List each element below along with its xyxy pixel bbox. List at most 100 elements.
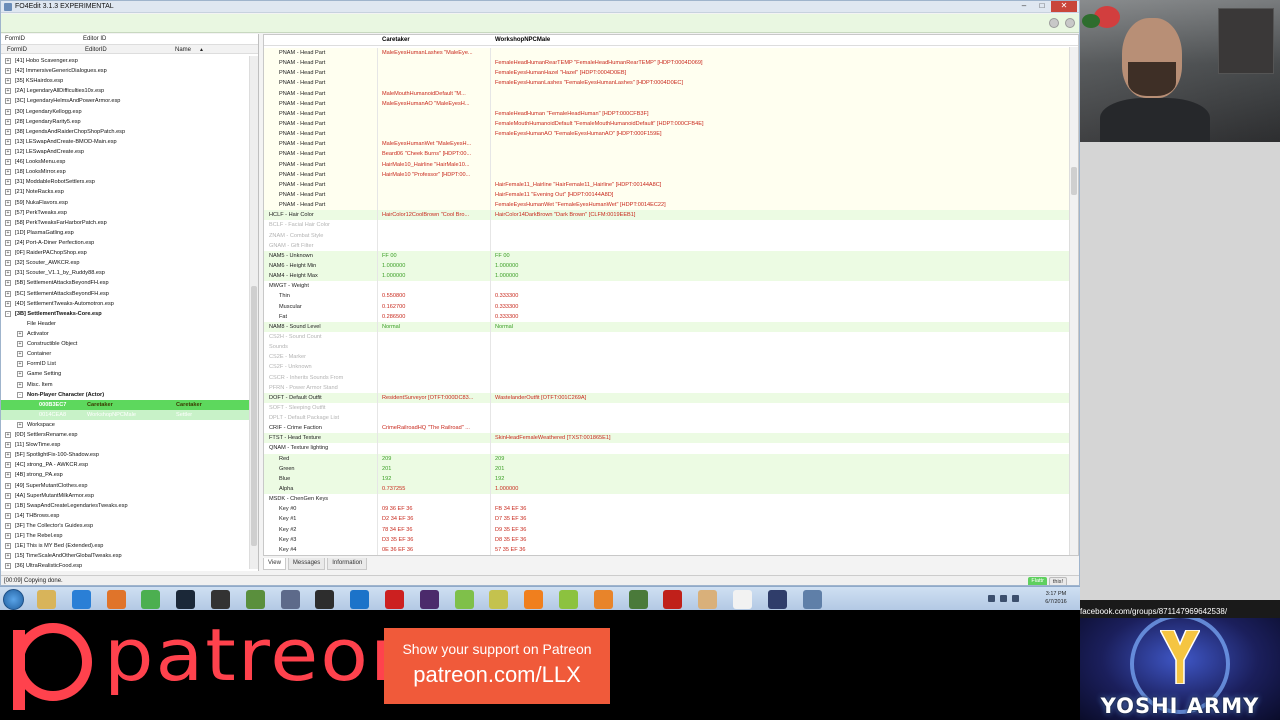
record-row[interactable]: NAM4 - Height Max 1.000000 1.000000 — [264, 271, 1070, 282]
record-row[interactable]: FTST - Head Texture SkinHeadFemaleWeather… — [264, 433, 1070, 444]
expand-icon[interactable]: + — [17, 421, 23, 428]
tree-node[interactable]: 000B3EC7 Caretaker Caretaker — [1, 399, 249, 410]
caretaker-value[interactable]: 209 — [382, 454, 490, 464]
expand-icon[interactable]: + — [5, 179, 11, 186]
tree-node[interactable]: + [32] Scouter_AWKCR.esp — [1, 258, 249, 268]
close-button[interactable]: ✕ — [1051, 1, 1077, 12]
tree-node[interactable]: + [5F] SpotlightFix-100-Shadow.esp — [1, 450, 249, 460]
caretaker-value[interactable]: 0.286500 — [382, 312, 490, 322]
record-row[interactable]: PNAM - Head Part MaleMouthHumanoidDefault… — [264, 88, 1070, 99]
caretaker-value[interactable]: Normal — [382, 322, 490, 332]
record-row[interactable]: SOFT - Sleeping Outfit — [264, 402, 1070, 414]
record-row[interactable]: CS2F - Unknown — [264, 362, 1070, 373]
expand-icon[interactable]: + — [17, 330, 23, 337]
tab-information[interactable]: Information — [327, 558, 368, 570]
caretaker-value[interactable]: HairMale10_Hairline "HairMale10... — [382, 160, 490, 170]
tree-node[interactable]: + Activator — [1, 329, 249, 339]
maximize-button[interactable]: □ — [1033, 1, 1051, 12]
formid-filter-label[interactable]: FormID — [5, 34, 25, 44]
workshopnpcmale-value[interactable]: 0.333300 — [495, 302, 1065, 312]
record-row[interactable]: Thin 0.550800 0.333300 — [264, 291, 1070, 302]
record-row[interactable]: Alpha 0.737255 1.000000 — [264, 484, 1070, 495]
record-row[interactable]: PFRN - Power Armor Stand — [264, 382, 1070, 393]
record-col-caretaker[interactable]: Caretaker — [382, 35, 410, 46]
expand-icon[interactable]: + — [5, 199, 11, 206]
notepad-icon[interactable] — [733, 590, 752, 609]
tree-node[interactable]: + [12] LESwapAndCreate.esp — [1, 147, 249, 157]
record-row[interactable]: MSDK - ChenGen Keys — [264, 494, 1070, 505]
caretaker-value[interactable]: 0.550800 — [382, 291, 490, 301]
expand-icon[interactable]: + — [5, 58, 11, 64]
record-row[interactable]: Key #3 D3 35 EF 36 D8 35 EF 36 — [264, 534, 1070, 545]
record-row[interactable]: PNAM - Head Part Beard06 "Cheek Burns" [H… — [264, 149, 1070, 160]
network-icon[interactable] — [802, 590, 822, 609]
photoshop-icon[interactable] — [350, 590, 370, 609]
expand-icon[interactable]: + — [5, 270, 11, 277]
workshopnpcmale-value[interactable]: 209 — [495, 454, 1065, 464]
expand-icon[interactable]: + — [5, 300, 11, 307]
record-row[interactable]: PNAM - Head Part HairMale10_Hairline "Hai… — [264, 159, 1070, 170]
tree-node[interactable]: + [35] KSHairdos.esp — [1, 76, 249, 86]
expand-icon[interactable]: + — [5, 523, 11, 530]
record-icon[interactable] — [385, 590, 404, 609]
caretaker-value[interactable]: FF 00 — [382, 251, 490, 261]
expand-icon[interactable]: + — [5, 219, 11, 226]
caretaker-value[interactable]: Beard06 "Cheek Burns" [HDPT:00... — [382, 149, 490, 159]
tree-node[interactable]: 0014CEA8 WorkshopNPCMale Settler — [1, 409, 249, 420]
workshopnpcmale-value[interactable]: 192 — [495, 474, 1065, 484]
expand-icon[interactable]: + — [5, 472, 11, 479]
patreon-support-box[interactable]: Show your support on Patreon patreon.com… — [384, 628, 610, 704]
tree-node[interactable]: + [38] LegendsAndRaiderChopShopPatch.esp — [1, 127, 249, 137]
tree-node[interactable]: - [3B] SettlementTweaks-Core.esp — [1, 309, 249, 319]
chrome-icon[interactable] — [141, 590, 161, 609]
expand-icon[interactable]: + — [5, 260, 11, 267]
workshopnpcmale-value[interactable]: FemaleHeadHuman "FemaleHeadHuman" [HDPT:… — [495, 109, 1065, 119]
workshopnpcmale-value[interactable]: FB 34 EF 36 — [495, 504, 1065, 514]
tree-node[interactable]: + Container — [1, 349, 249, 359]
caretaker-value[interactable]: MaleEyesHumanAO "MaleEyesH... — [382, 99, 490, 109]
record-row[interactable]: ZNAM - Combat Style — [264, 230, 1070, 241]
tree-node[interactable]: + [15] TimeScaleAndOtherGlobalTweaks.esp — [1, 551, 249, 561]
expand-icon[interactable]: + — [5, 138, 11, 145]
expand-icon[interactable]: + — [5, 432, 11, 439]
game-icon[interactable] — [245, 590, 265, 609]
paint-icon[interactable] — [489, 590, 509, 609]
ie-icon[interactable] — [71, 590, 91, 609]
col-formid[interactable]: FormID — [7, 45, 27, 55]
expand-icon[interactable]: + — [5, 290, 11, 297]
expand-icon[interactable]: + — [5, 209, 11, 216]
expand-icon[interactable]: + — [5, 239, 11, 246]
record-row[interactable]: PNAM - Head Part FemaleHeadHumanRearTEMP … — [264, 58, 1070, 69]
tree-node[interactable]: + Constructible Object — [1, 339, 249, 349]
record-row[interactable]: PNAM - Head Part MaleEyesHumanAO "MaleEye… — [264, 98, 1070, 109]
record-row[interactable]: DOFT - Default Outfit ResidentSurveyor [O… — [264, 392, 1070, 403]
tree-node[interactable]: + [4A] SuperMutantMilkArmor.esp — [1, 491, 249, 501]
record-row[interactable]: Key #0 09 36 EF 36 FB 34 EF 36 — [264, 504, 1070, 515]
workshopnpcmale-value[interactable]: 201 — [495, 464, 1065, 474]
tree-node[interactable]: + Misc. Item — [1, 380, 249, 390]
steam-icon[interactable] — [176, 590, 196, 609]
premiere-icon[interactable] — [419, 590, 439, 609]
caretaker-value[interactable]: MaleMouthHumanoidDefault "M... — [382, 89, 490, 99]
expand-icon[interactable]: + — [5, 442, 11, 449]
tree-node[interactable]: + [5C] SettlementAttacksBeyondFH.esp — [1, 289, 249, 299]
expand-icon[interactable]: + — [5, 68, 11, 75]
tree-node[interactable]: + [58] PerkTweaksFarHarborPatch.esp — [1, 218, 249, 228]
workshopnpcmale-value[interactable]: FemaleEyesHumanHazel "Hazel" [HDPT:0004D… — [495, 68, 1065, 78]
record-row[interactable]: Fat 0.286500 0.333300 — [264, 311, 1070, 322]
tree-node[interactable]: + [1E] This is MY Bed (Extended).esp — [1, 541, 249, 551]
workshopnpcmale-value[interactable]: FemaleHeadHumanRearTEMP "FemaleHeadHuman… — [495, 58, 1065, 68]
tree-node[interactable]: + [2A] LegendaryAllDifficulties10x.esp — [1, 86, 249, 96]
record-row[interactable]: PNAM - Head Part FemaleHeadHuman "FemaleH… — [264, 108, 1070, 119]
caretaker-value[interactable]: D3 35 EF 36 — [382, 535, 490, 545]
record-row[interactable]: GNAM - Gift Filter — [264, 240, 1070, 251]
expand-icon[interactable]: + — [5, 502, 11, 509]
col-name[interactable]: Name — [175, 45, 191, 55]
collapse-icon[interactable]: - — [17, 391, 23, 398]
record-col-workshopnpcmale[interactable]: WorkshopNPCMale — [495, 35, 550, 46]
tree-node[interactable]: + [42] ImmersiveGenericDialogues.esp — [1, 66, 249, 76]
tree-node[interactable]: + [18] LooksMirror.esp — [1, 167, 249, 177]
record-row[interactable]: QNAM - Texture lighting — [264, 443, 1070, 454]
record-row[interactable]: DPLT - Default Package List — [264, 413, 1070, 424]
record-scrollbar[interactable] — [1069, 47, 1078, 555]
